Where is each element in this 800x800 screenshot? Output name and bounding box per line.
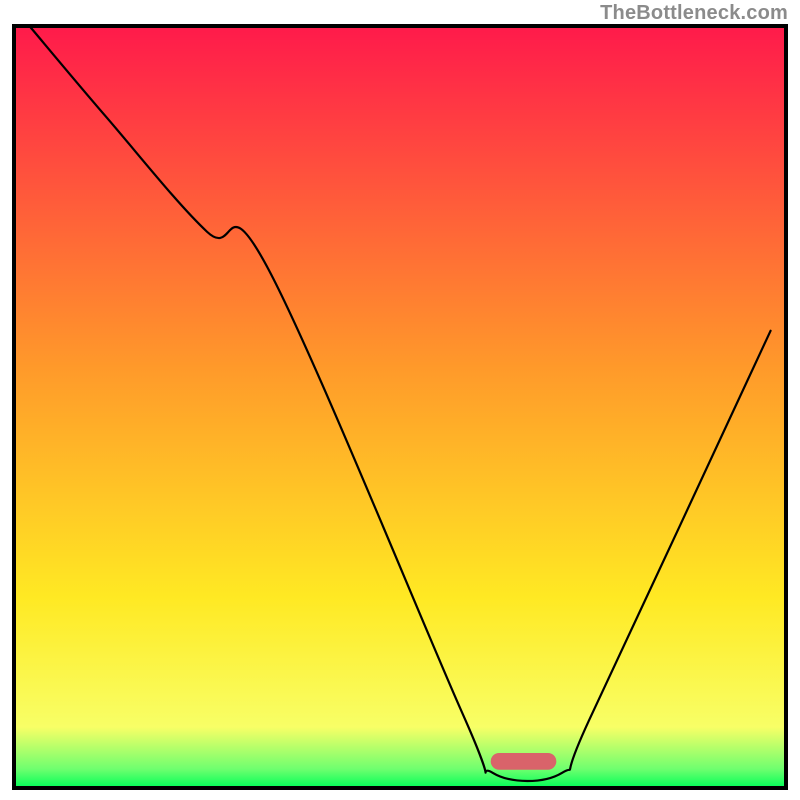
chart-background: [14, 26, 786, 788]
bottleneck-chart: [12, 24, 788, 790]
pill-marker: [491, 753, 557, 770]
watermark-text: TheBottleneck.com: [600, 2, 788, 25]
